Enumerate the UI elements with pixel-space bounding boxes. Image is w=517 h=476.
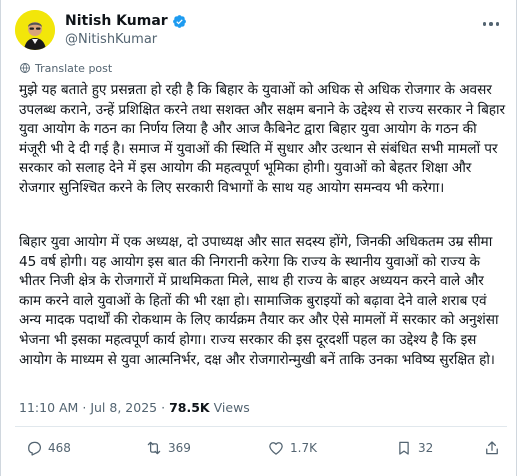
like-button[interactable]: 1.7K bbox=[267, 438, 317, 458]
translate-post-link[interactable]: Translate post bbox=[19, 61, 112, 75]
author-name[interactable]: Nitish Kumar bbox=[65, 12, 168, 30]
like-icon bbox=[267, 439, 285, 457]
post-date[interactable]: Jul 8, 2025 bbox=[90, 400, 157, 415]
repost-count: 369 bbox=[168, 441, 191, 455]
author-handle[interactable]: @NitishKumar bbox=[65, 31, 187, 49]
globe-icon bbox=[19, 62, 31, 74]
reply-button[interactable]: 468 bbox=[25, 438, 71, 458]
post-paragraph-1: मुझे यह बताते हुए प्रसन्नता हो रही है कि… bbox=[19, 82, 510, 196]
verified-badge-icon bbox=[172, 14, 187, 29]
views-count[interactable]: 78.5K bbox=[169, 400, 210, 415]
author-block: Nitish Kumar @NitishKumar bbox=[65, 12, 187, 49]
bookmark-button[interactable]: 32 bbox=[395, 438, 433, 458]
avatar[interactable] bbox=[15, 10, 55, 50]
post-meta: 11:10 AM · Jul 8, 2025 · 78.5K Views bbox=[19, 398, 250, 416]
post-frame: Nitish Kumar @NitishKumar Translate post bbox=[0, 0, 517, 476]
post-paragraph-2: बिहार युवा आयोग में एक अध्यक्ष, दो उपाध्… bbox=[19, 234, 503, 368]
action-bar: 468 369 1.7K 32 bbox=[15, 434, 507, 462]
share-button[interactable] bbox=[483, 438, 501, 458]
reply-count: 468 bbox=[48, 441, 71, 455]
repost-icon bbox=[145, 439, 163, 457]
reply-icon bbox=[25, 439, 43, 457]
repost-button[interactable]: 369 bbox=[145, 438, 191, 458]
meta-separator: · bbox=[161, 399, 166, 415]
divider bbox=[15, 426, 507, 427]
views-label: Views bbox=[213, 399, 250, 415]
post-header: Nitish Kumar @NitishKumar bbox=[15, 10, 505, 50]
post-time[interactable]: 11:10 AM bbox=[19, 400, 78, 415]
bookmark-count: 32 bbox=[418, 441, 434, 455]
like-count: 1.7K bbox=[290, 441, 317, 455]
share-icon bbox=[483, 439, 501, 457]
bookmark-icon bbox=[395, 439, 413, 457]
meta-separator: · bbox=[82, 399, 87, 415]
translate-post-label: Translate post bbox=[35, 61, 113, 75]
more-icon[interactable] bbox=[479, 14, 503, 34]
